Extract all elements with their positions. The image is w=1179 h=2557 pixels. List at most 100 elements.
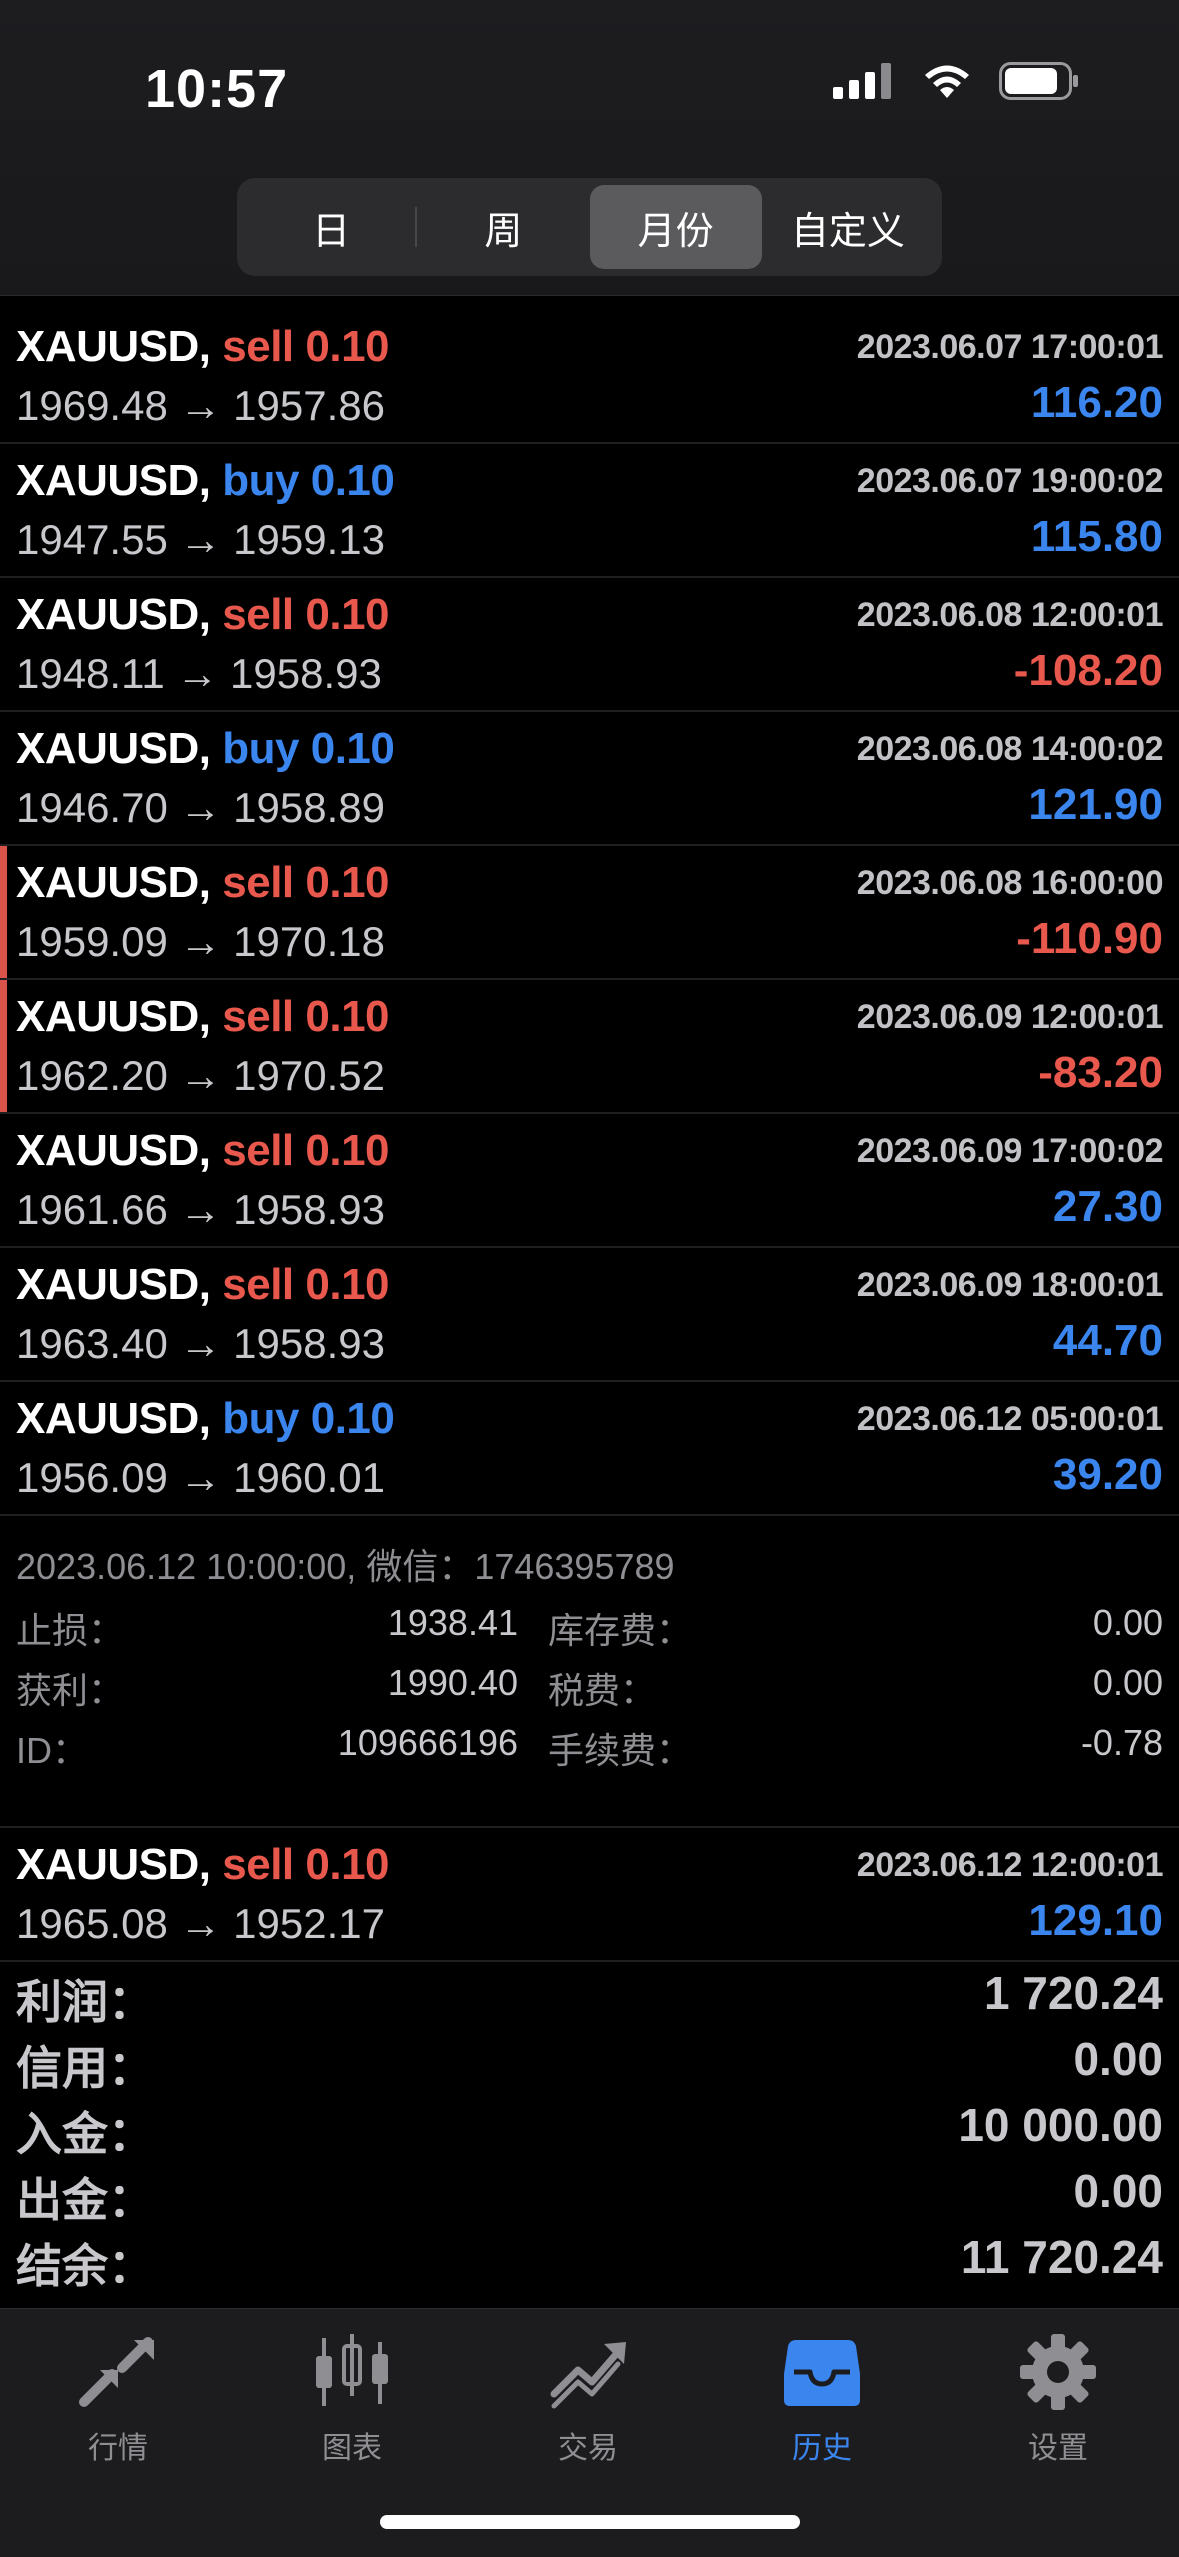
segment-day[interactable]: 日 [245,185,418,269]
tab-history[interactable]: 历史 [742,2327,902,2467]
trade-prices: 1969.48 → 1957.86 [16,382,385,430]
trade-open-price: 1965.08 [16,1900,168,1947]
tab-chart[interactable]: 图表 [272,2327,432,2467]
trade-profit: 39.20 [1052,1450,1163,1499]
summary-value: 0.00 [1073,2033,1163,2085]
trade-row[interactable]: XAUUSD, sell 0.10 2023.06.09 12:00:01 1962… [0,980,1179,1114]
summary-value: 10 000.00 [958,2099,1163,2151]
swap-label: 库存费： [548,1610,693,1651]
segment-custom[interactable]: 自定义 [762,185,934,269]
trade-close-price: 1960.01 [233,1454,385,1501]
summary-label: 利润： [16,1976,154,2028]
trade-side: sell [222,590,294,639]
summary-deposit: 入金： 10 000.00 [0,2094,1179,2160]
trade-profit: 44.70 [1052,1316,1163,1365]
trade-row[interactable]: XAUUSD, sell 0.10 2023.06.09 18:00:01 1963… [0,1248,1179,1382]
trade-profit: 129.10 [1028,1896,1163,1945]
stoploss-label: 止损： [16,1610,125,1651]
price-arrow: → [179,1454,222,1501]
trade-history-list: XAUUSD, sell 0.10 2023.06.07 17:00:01 1969… [0,310,1179,1962]
summary-label: 出金： [16,2174,154,2226]
price-arrow: → [179,918,222,965]
trade-side: buy [222,724,299,773]
status-icons [833,62,1079,100]
trade-side: sell [222,1126,294,1175]
trade-open-price: 1946.70 [16,784,168,831]
summary-label: 信用： [16,2042,154,2094]
tab-settings[interactable]: 设置 [978,2327,1138,2467]
trade-close-price: 1970.18 [233,918,385,965]
trade-title: XAUUSD, sell 0.10 [16,1260,390,1310]
swap-value: 0.00 [1092,1602,1163,1643]
price-arrow: → [179,1186,222,1233]
trade-prices: 1948.11 → 1958.93 [16,650,382,698]
trade-profit: -108.20 [1013,646,1163,695]
trade-side: sell [222,1840,294,1889]
gear-icon [1020,2334,1096,2410]
summary-value: 0.00 [1073,2165,1163,2217]
trade-datetime: 2023.06.07 17:00:01 [856,328,1164,366]
trade-profit: 116.20 [1030,378,1163,427]
fee-value: -0.78 [1080,1722,1163,1763]
price-arrow: → [179,1052,222,1099]
trade-datetime: 2023.06.08 12:00:01 [856,596,1164,634]
trade-prices: 1965.08 → 1952.17 [16,1900,385,1948]
trade-row[interactable]: XAUUSD, buy 0.10 2023.06.07 19:00:02 1947.… [0,444,1179,578]
trade-row[interactable]: XAUUSD, sell 0.10 2023.06.09 17:00:02 1961… [0,1114,1179,1248]
trade-row[interactable]: XAUUSD, sell 0.10 2023.06.08 12:00:01 1948… [0,578,1179,712]
trade-side: sell [222,322,294,371]
trade-detail-panel: 2023.06.12 10:00:00, 微信：1746395789 止损： 1… [0,1516,1179,1828]
trade-row[interactable]: XAUUSD, sell 0.10 2023.06.08 16:00:00 1959… [0,846,1179,980]
segment-week[interactable]: 周 [417,185,589,269]
trade-title: XAUUSD, buy 0.10 [16,456,395,506]
trade-symbol: XAUUSD, [16,590,211,639]
trade-open-price: 1962.20 [16,1052,168,1099]
quotes-arrows-icon [79,2337,154,2407]
price-arrow: → [179,382,222,429]
tab-label: 设置 [1028,2432,1088,2465]
trade-profit: 27.30 [1052,1182,1163,1231]
trade-title: XAUUSD, buy 0.10 [16,724,395,774]
trade-volume: 0.10 [305,590,390,639]
tab-trade[interactable]: 交易 [508,2327,668,2467]
trade-side: buy [222,1394,299,1443]
trade-prices: 1956.09 → 1960.01 [16,1454,385,1502]
summary-label: 入金： [16,2108,154,2160]
tax-label: 税费： [548,1670,657,1711]
trade-symbol: XAUUSD, [16,456,211,505]
summary-credit: 信用： 0.00 [0,2028,1179,2094]
trade-symbol: XAUUSD, [16,1840,211,1889]
stoploss-value: 1938.41 [387,1602,518,1643]
summary-balance: 结余： 11 720.24 [0,2226,1179,2292]
trade-profit: 115.80 [1030,512,1163,561]
trade-row[interactable]: XAUUSD, buy 0.10 2023.06.12 05:00:01 1956.… [0,1382,1179,1516]
top-header: 10:57 日 周 月份 自定义 [0,0,1179,296]
tab-quotes[interactable]: 行情 [38,2327,198,2467]
trade-close-price: 1957.86 [233,382,385,429]
trade-row-last[interactable]: XAUUSD, sell 0.10 2023.06.12 12:00:01 19… [0,1828,1179,1962]
trade-row[interactable]: XAUUSD, buy 0.10 2023.06.08 14:00:02 1946.… [0,712,1179,846]
trade-open-price: 1963.40 [16,1320,168,1367]
summary-value: 11 720.24 [960,2231,1163,2283]
trade-close-price: 1959.13 [233,516,385,563]
trade-prices: 1947.55 → 1959.13 [16,516,385,564]
trade-close-price: 1958.93 [230,650,382,697]
tab-label: 交易 [558,2432,618,2465]
trade-datetime: 2023.06.12 12:00:01 [856,1846,1164,1884]
tab-label: 历史 [792,2432,852,2465]
segment-month[interactable]: 月份 [589,185,762,269]
trade-trend-icon [550,2342,626,2409]
trade-row[interactable]: XAUUSD, sell 0.10 2023.06.07 17:00:01 1969… [0,310,1179,444]
period-segmented-control: 日 周 月份 自定义 [237,178,942,276]
home-indicator[interactable] [380,2515,800,2529]
trade-title: XAUUSD, sell 0.10 [16,1126,390,1176]
trade-close-price: 1958.93 [233,1186,385,1233]
trade-profit: -110.90 [1016,914,1163,963]
trade-symbol: XAUUSD, [16,1126,211,1175]
summary-withdrawal: 出金： 0.00 [0,2160,1179,2226]
id-label: ID： [16,1730,89,1771]
trade-title: XAUUSD, sell 0.10 [16,992,390,1042]
price-arrow: → [179,1900,222,1947]
tab-label: 行情 [88,2432,148,2465]
trade-open-price: 1961.66 [16,1186,168,1233]
